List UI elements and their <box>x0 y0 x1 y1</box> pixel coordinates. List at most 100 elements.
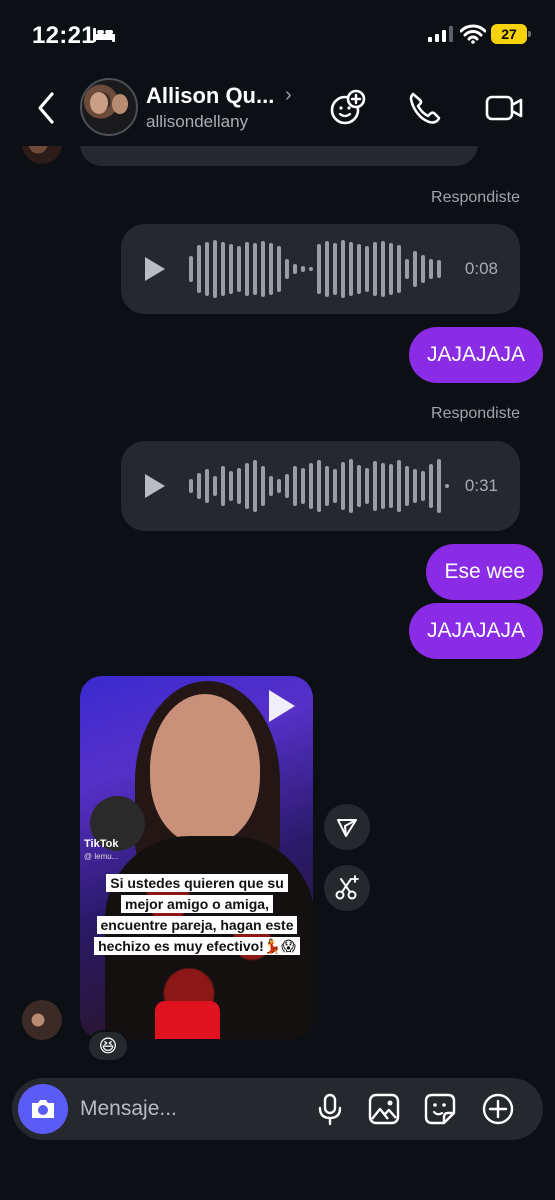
waveform-bar <box>261 241 265 297</box>
chat-header: Allison Qu... › allisondellany <box>0 70 555 146</box>
waveform-bar <box>309 267 313 271</box>
waveform-bar <box>437 459 441 513</box>
waveform-bar <box>373 242 377 296</box>
contact-avatar-small <box>22 1000 62 1040</box>
waveform-bar <box>245 242 249 296</box>
voice-message[interactable]: 0:08 <box>121 224 520 314</box>
voice-duration: 0:31 <box>464 476 498 495</box>
waveform-bar <box>341 462 345 510</box>
waveform-bar <box>349 459 353 513</box>
remix-button[interactable] <box>324 865 370 911</box>
message-list[interactable]: Respondiste 0:08 JAJAJAJA Respondiste 0:… <box>0 146 555 1076</box>
gallery-icon[interactable] <box>366 1091 402 1127</box>
waveform-bar <box>317 244 321 294</box>
replied-label: Respondiste <box>431 189 520 206</box>
audio-waveform[interactable] <box>189 239 449 299</box>
waveform-bar <box>429 259 433 279</box>
cellular-signal-icon <box>428 26 453 42</box>
waveform-bar <box>381 463 385 509</box>
camera-button[interactable] <box>18 1084 68 1134</box>
waveform-bar <box>349 242 353 296</box>
chevron-right-icon[interactable]: › <box>285 84 292 107</box>
waveform-bar <box>285 474 289 498</box>
waveform-bar <box>429 464 433 508</box>
waveform-bar <box>301 266 305 272</box>
video-caption-line: mejor amigo o amiga, <box>92 894 302 914</box>
waveform-bar <box>421 255 425 283</box>
phone-call-icon[interactable] <box>405 88 445 128</box>
sent-message[interactable]: Ese wee <box>426 544 543 600</box>
contact-name[interactable]: Allison Qu... <box>146 83 274 109</box>
waveform-bar <box>317 460 321 512</box>
waveform-bar <box>309 463 313 509</box>
message-input[interactable] <box>80 1086 300 1132</box>
back-arrow-icon[interactable] <box>30 88 60 128</box>
waveform-bar <box>277 246 281 292</box>
waveform-bar <box>205 242 209 296</box>
waveform-bar <box>405 466 409 506</box>
shared-video[interactable]: TikTok @ lemu... Si ustedes quieren que … <box>80 676 313 1039</box>
send-icon <box>337 819 357 837</box>
reaction-emoji[interactable]: 😆 <box>87 1030 129 1062</box>
sticker-icon[interactable] <box>422 1091 458 1127</box>
waveform-bar <box>389 243 393 295</box>
contact-avatar-small <box>22 146 62 164</box>
voice-message[interactable]: 0:31 <box>121 441 520 531</box>
home-indicator-area <box>0 1160 555 1200</box>
tiktok-watermark: TikTok <box>84 838 119 850</box>
waveform-bar <box>213 240 217 298</box>
waveform-bar <box>397 460 401 512</box>
camera-icon <box>32 1100 54 1118</box>
video-call-icon[interactable] <box>484 88 524 128</box>
waveform-bar <box>229 244 233 294</box>
contact-avatar[interactable] <box>80 78 138 136</box>
waveform-bar <box>381 241 385 297</box>
previous-message-bubble[interactable] <box>80 146 478 166</box>
add-icon[interactable] <box>480 1091 516 1127</box>
waveform-bar <box>333 243 337 295</box>
waveform-bar <box>221 242 225 296</box>
waveform-bar <box>197 473 201 499</box>
waveform-bar <box>213 476 217 496</box>
status-bar: 12:21 27 <box>0 0 555 70</box>
waveform-bar <box>341 240 345 298</box>
waveform-bar <box>325 466 329 506</box>
waveform-bar <box>413 469 417 503</box>
waveform-bar <box>189 479 193 493</box>
waveform-bar <box>237 246 241 292</box>
play-icon[interactable] <box>145 257 165 281</box>
waveform-bar <box>253 243 257 295</box>
share-button[interactable] <box>324 804 370 850</box>
waveform-bar <box>245 463 249 509</box>
message-composer <box>12 1078 543 1140</box>
waveform-bar <box>397 245 401 293</box>
waveform-bar <box>365 468 369 504</box>
microphone-icon[interactable] <box>312 1091 348 1127</box>
replied-label: Respondiste <box>431 405 520 422</box>
waveform-bar <box>205 469 209 503</box>
video-caption-line: Si ustedes quieren que su <box>92 873 302 893</box>
audio-waveform[interactable] <box>189 456 449 516</box>
video-caption-line: encuentre pareja, hagan este <box>92 915 302 935</box>
tiktok-handle: @ lemu... <box>84 852 119 861</box>
waveform-bar <box>197 245 201 293</box>
play-icon[interactable] <box>145 474 165 498</box>
waveform-bar <box>373 461 377 511</box>
waveform-bar <box>253 460 257 512</box>
battery-indicator: 27 <box>491 24 531 44</box>
waveform-bar <box>293 264 297 274</box>
waveform-bar <box>237 468 241 504</box>
sent-message[interactable]: JAJAJAJA <box>408 603 543 659</box>
video-caption-line: hechizo es muy efectivo!💃😱 <box>92 936 302 956</box>
waveform-bar <box>229 471 233 501</box>
effects-sticker-icon[interactable] <box>328 88 368 128</box>
waveform-bar <box>421 471 425 501</box>
waveform-bar <box>221 466 225 506</box>
waveform-bar <box>333 469 337 503</box>
play-video-icon[interactable] <box>269 690 295 722</box>
waveform-bar <box>325 241 329 297</box>
contact-username[interactable]: allisondellany <box>146 112 248 132</box>
waveform-bar <box>413 251 417 287</box>
waveform-bar <box>189 256 193 282</box>
sent-message[interactable]: JAJAJAJA <box>408 327 543 383</box>
